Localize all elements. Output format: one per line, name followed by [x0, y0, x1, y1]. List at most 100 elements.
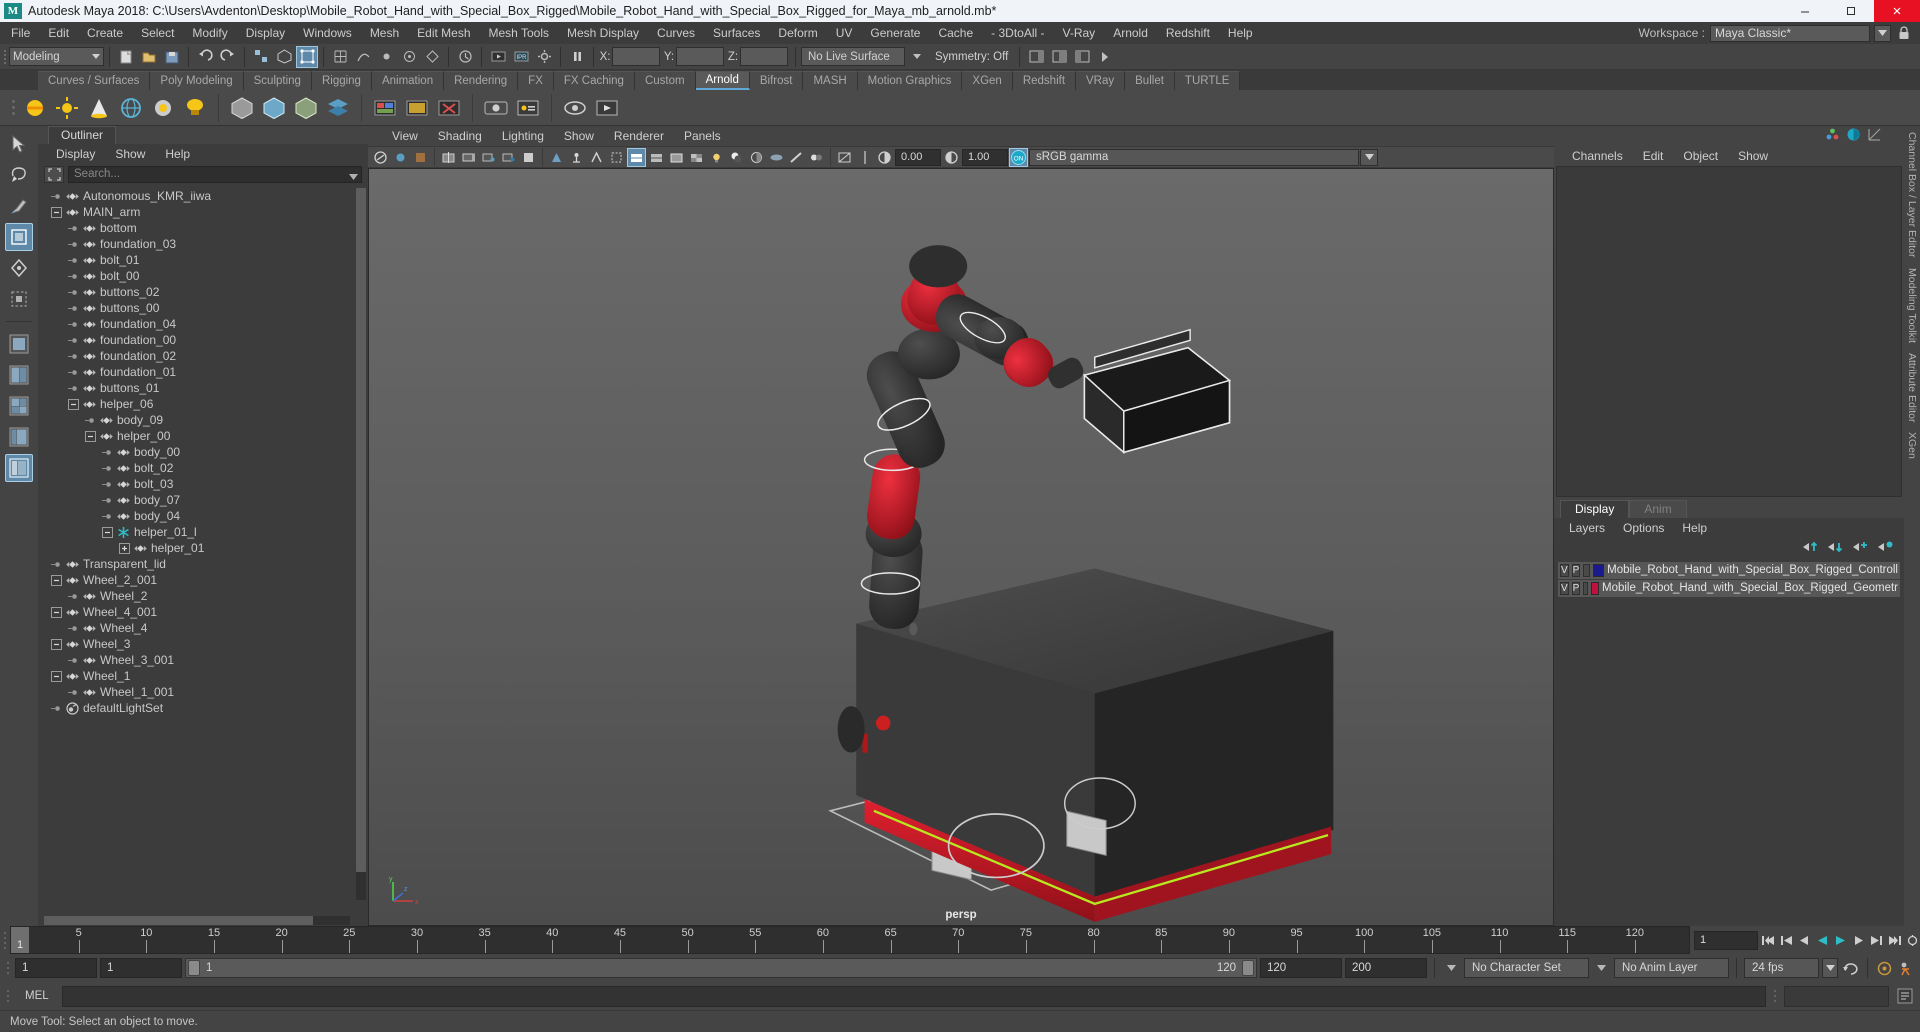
outliner-tree[interactable]: Autonomous_KMR_iiwa MAIN_arm bottom foundat… [38, 186, 368, 914]
render-settings-icon[interactable] [533, 46, 555, 68]
menu-deform[interactable]: Deform [769, 23, 826, 43]
outliner-item-wheel_2[interactable]: Wheel_2 [38, 588, 368, 604]
command-output-field[interactable] [1784, 985, 1889, 1007]
snap-view-plane-icon[interactable] [421, 46, 443, 68]
smooth-shade-all-icon[interactable] [627, 147, 646, 167]
outliner-item-body_04[interactable]: body_04 [38, 508, 368, 524]
outliner-horizontal-scrollbar[interactable] [38, 914, 368, 926]
menu-3dtoall[interactable]: - 3DtoAll - [982, 23, 1053, 43]
arnold-photometric-light-icon[interactable] [180, 93, 210, 123]
dock-label-channel-box[interactable]: Channel Box / Layer Editor [1906, 132, 1918, 258]
menu-display[interactable]: Display [237, 23, 294, 43]
menu-select[interactable]: Select [132, 23, 183, 43]
shelf-tab-rendering[interactable]: Rendering [444, 71, 519, 90]
show-hide-channelbox-icon[interactable] [1025, 46, 1047, 68]
viewport-menu-renderer[interactable]: Renderer [604, 128, 674, 144]
menu-file[interactable]: File [2, 23, 39, 43]
outliner-item-main_arm[interactable]: MAIN_arm [38, 204, 368, 220]
search-filter-icon[interactable] [44, 165, 64, 183]
range-end-handle[interactable] [1242, 960, 1254, 976]
layer-color-swatch[interactable] [1591, 581, 1599, 595]
menu-uv[interactable]: UV [827, 23, 862, 43]
outliner-menu-help[interactable]: Help [155, 146, 200, 162]
create-layer-from-selected-icon[interactable] [1877, 540, 1894, 557]
viewport-menu-lighting[interactable]: Lighting [492, 128, 554, 144]
fps-dropdown[interactable]: 24 fps [1744, 958, 1819, 978]
channelbox-menu-edit[interactable]: Edit [1633, 148, 1674, 164]
arnold-standin-icon[interactable] [227, 93, 257, 123]
play-forwards-icon[interactable] [1832, 930, 1848, 950]
texture-display-icon[interactable] [687, 148, 706, 167]
menu-mesh-tools[interactable]: Mesh Tools [480, 23, 558, 43]
gamma-icon[interactable] [942, 148, 961, 167]
shelf-tab-arnold[interactable]: Arnold [695, 71, 750, 90]
tab-outliner[interactable]: Outliner [48, 126, 117, 144]
expand-expander-icon[interactable] [116, 540, 132, 556]
menu-cache[interactable]: Cache [929, 23, 982, 43]
layer-visibility-toggle[interactable]: V [1560, 563, 1569, 577]
maximize-button[interactable] [1828, 0, 1874, 22]
outliner-item-helper_01[interactable]: helper_01 [38, 540, 368, 556]
menu-create[interactable]: Create [78, 23, 132, 43]
chevron-down-icon[interactable] [1874, 24, 1891, 42]
animation-preferences-gear-icon[interactable] [1897, 958, 1916, 978]
select-by-hierarchy-icon[interactable] [250, 46, 272, 68]
redo-button[interactable] [217, 46, 239, 68]
collapse-expander-icon[interactable] [48, 668, 64, 684]
minimize-button[interactable] [1782, 0, 1828, 22]
outliner-item-bottom[interactable]: bottom [38, 220, 368, 236]
bookmarks-icon[interactable] [411, 148, 430, 167]
statusline-grip[interactable] [2, 46, 8, 68]
select-camera-icon[interactable] [371, 148, 390, 167]
arnold-layers-icon[interactable] [323, 93, 353, 123]
show-hide-tool-settings-icon[interactable] [1071, 46, 1093, 68]
outliner-item-bolt_00[interactable]: bolt_00 [38, 268, 368, 284]
shelf-tab-motion-graphics[interactable]: Motion Graphics [857, 71, 963, 90]
shelf-tab-poly-modeling[interactable]: Poly Modeling [150, 71, 244, 90]
viewport-menu-shading[interactable]: Shading [428, 128, 492, 144]
pause-viewport-icon[interactable] [566, 46, 588, 68]
grease-pencil-icon[interactable] [479, 148, 498, 167]
outliner-item-foundation_00[interactable]: foundation_00 [38, 332, 368, 348]
animation-preferences-icon[interactable] [1904, 930, 1920, 950]
menu-redshift[interactable]: Redshift [1157, 23, 1219, 43]
layer-color-swatch[interactable] [1593, 563, 1605, 577]
outliner-item-buttons_00[interactable]: buttons_00 [38, 300, 368, 316]
outliner-menu-show[interactable]: Show [105, 146, 155, 162]
dock-label-attribute-editor[interactable]: Attribute Editor [1906, 353, 1918, 422]
auto-keyframe-toggle-icon[interactable] [1875, 958, 1894, 978]
create-empty-layer-icon[interactable] [1852, 540, 1869, 557]
chevron-down-icon[interactable] [1360, 148, 1378, 166]
two-d-pan-zoom-icon[interactable] [459, 148, 478, 167]
layer-display-type-toggle[interactable] [1583, 563, 1591, 577]
outliner-item-bolt_02[interactable]: bolt_02 [38, 460, 368, 476]
outliner-item-wheel_4[interactable]: Wheel_4 [38, 620, 368, 636]
save-scene-button[interactable] [161, 46, 183, 68]
viewport-menu-show[interactable]: Show [554, 128, 604, 144]
color-management-toggle-icon[interactable]: ON [1009, 147, 1028, 167]
outliner-menu-display[interactable]: Display [46, 146, 105, 162]
auto-key-loop-icon[interactable] [1841, 958, 1860, 978]
outliner-item-wheel_2_001[interactable]: Wheel_2_001 [38, 572, 368, 588]
tab-display-layers[interactable]: Display [1560, 499, 1630, 518]
chevron-down-icon[interactable] [349, 171, 358, 183]
character-set-field[interactable]: No Character Set [1464, 958, 1589, 978]
xray-joints-icon[interactable] [567, 148, 586, 167]
menu-mesh[interactable]: Mesh [361, 23, 408, 43]
four-pane-layout-icon[interactable] [5, 392, 33, 420]
lock-icon[interactable] [1896, 24, 1912, 42]
script-editor-icon[interactable] [1894, 985, 1916, 1007]
outliner-item-autonomous_kmr_iiwa[interactable]: Autonomous_KMR_iiwa [38, 188, 368, 204]
select-tool-icon[interactable] [5, 130, 33, 158]
range-grip[interactable] [4, 962, 12, 974]
use-all-lights-icon[interactable] [707, 148, 726, 167]
shelf-tab-xgen[interactable]: XGen [962, 71, 1013, 90]
menu-edit-mesh[interactable]: Edit Mesh [408, 23, 479, 43]
step-forward-icon[interactable] [1868, 930, 1884, 950]
scale-tool-icon[interactable] [5, 285, 33, 313]
arnold-mesh-light-icon[interactable] [148, 93, 178, 123]
arnold-volume-icon[interactable] [259, 93, 289, 123]
shelf-grip[interactable] [8, 93, 18, 123]
layer-display-type-toggle[interactable] [1583, 581, 1589, 595]
tab-anim-layers[interactable]: Anim [1629, 499, 1687, 518]
